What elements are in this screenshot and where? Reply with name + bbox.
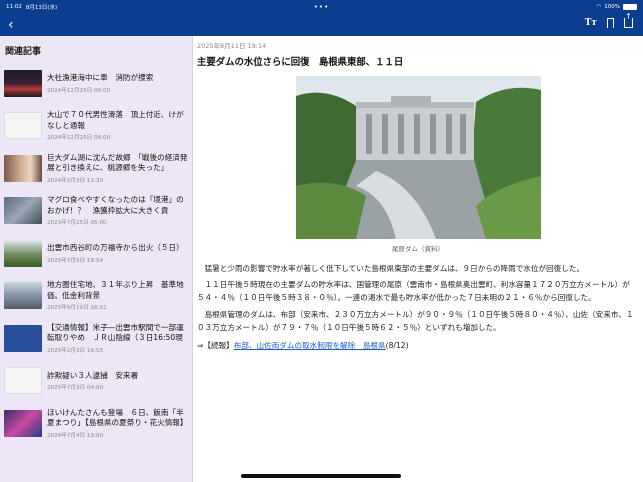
related-item-date: 2024年12月25日 06:00 — [47, 87, 111, 94]
thumbnail-image — [4, 112, 42, 140]
related-item[interactable]: 大社漁港海中に車 消防が捜索 2024年12月25日 06:00 — [0, 62, 192, 105]
related-item-date: 2023年7月25日 05:00 — [47, 220, 107, 227]
related-item-title: 大山で７０代男性滑落 頂上付近、けがなしと通報 — [47, 110, 184, 130]
back-chevron-icon[interactable]: ‹ — [8, 17, 14, 33]
sidebar-title: 関連記事 — [5, 47, 42, 57]
article-paragraph: 猛暑と少雨の影響で貯水率が著しく低下していた島根県東部の主要ダムは、９日からの降… — [204, 264, 585, 273]
wifi-icon: ◠ — [596, 4, 602, 10]
related-item[interactable]: 大山で７０代男性滑落 頂上付近、けがなしと通報 2024年12月25日 06:00 — [0, 105, 192, 148]
related-item-title: 出雲市西谷町の万福寺から出火（５日） — [47, 243, 184, 252]
follow-up-link[interactable]: 布部、山佐両ダムの取水制限を解除 島根県 — [234, 341, 386, 350]
status-time: 11:02 — [6, 4, 22, 10]
article-paragraph: 島根県管理のダムは、布部（安来市、２３０万立方メートル）が９０・９％（１０日午後… — [197, 309, 634, 332]
related-item[interactable]: 詐欺疑い３人逮捕 安来署 2025年7月3日 04:00 — [0, 360, 192, 403]
nav-bar: ‹ Tт — [0, 12, 643, 36]
thumbnail-image — [4, 282, 42, 310]
article-title: 主要ダムの水位さらに回復 島根県東部、１１日 — [197, 57, 404, 68]
article-photo — [295, 76, 541, 239]
article-pane: 2025年8月11日 19:14 主要ダムの水位さらに回復 島根県東部、１１日 … — [194, 36, 643, 482]
follow-up-link-line: ⇒【続報】布部、山佐両ダムの取水制限を解除 島根県(8/12) — [197, 340, 639, 351]
thumbnail-image — [4, 367, 42, 395]
battery-percent: 100% — [604, 4, 620, 10]
bookmark-icon[interactable] — [607, 18, 614, 28]
related-item[interactable]: マグロ食べやすくなったのは「境港」のおかげ！？ 漁獲枠拡大に大きく貢献、… 202… — [0, 190, 192, 233]
thumbnail-image — [4, 324, 42, 352]
related-item[interactable]: 【交通情報】米子―出雲市駅間で一部運転取りやめ ＪＲ山陰線（３日16:50現在）… — [0, 317, 192, 360]
related-item-date: 2024年2月3日 11:30 — [47, 177, 104, 184]
share-icon[interactable] — [624, 12, 633, 28]
font-size-icon[interactable]: Tт — [585, 18, 597, 28]
thumbnail-image — [4, 239, 42, 267]
nav-actions: Tт — [585, 12, 633, 28]
related-item-title: ほいけんたさんも登場 ６日、飯南「半夏まつり」【島根県の夏祭り・花火情報】 — [47, 407, 188, 428]
related-item-date: 2025年7月3日 04:00 — [47, 385, 104, 391]
thumbnail-image — [4, 197, 42, 225]
related-item[interactable]: ほいけんたさんも登場 ６日、飯南「半夏まつり」【島根県の夏祭り・花火情報】 202… — [0, 402, 192, 445]
related-articles-sidebar: 関連記事 大社漁港海中に車 消防が捜索 2024年12月25日 06:00 大山で… — [0, 36, 193, 482]
related-item-date: 2024年12月25日 06:00 — [47, 135, 111, 142]
multitask-dots-icon[interactable]: ••• — [314, 3, 329, 11]
related-item-title: 詐欺疑い３人逮捕 安来署 — [47, 370, 139, 380]
thumbnail-image — [4, 154, 42, 182]
article-date: 2025年8月11日 19:14 — [197, 42, 267, 50]
battery-icon — [623, 4, 637, 10]
related-item-title: 巨大ダム湖に沈んだ故郷 「戦後の経済発展と引き換えに、桃源郷を失った」 — [47, 152, 188, 173]
article-paragraph: １１日午後５時現在の主要ダムの貯水率は、国管理の尾原（雲南市・島根県奥出雲町、利… — [197, 280, 630, 303]
related-item[interactable]: 出雲市西谷町の万福寺から出火（５日） 2025年7月5日 18:54 — [0, 232, 192, 275]
related-item[interactable]: 地方圏住宅地、３１年ぶり上昇 基準地価、低金利背景 2023年9月19日 16:5… — [0, 275, 192, 318]
status-date: 8月13日(水) — [25, 5, 58, 11]
related-item-date: 2025年2月3日 16:55 — [47, 347, 104, 354]
home-indicator[interactable] — [241, 474, 401, 478]
status-right: ◠ 100% — [596, 4, 637, 10]
follow-up-prefix: ⇒【続報】 — [197, 341, 234, 351]
related-item-date: 2025年7月5日 18:54 — [47, 257, 104, 264]
related-item[interactable]: 巨大ダム湖に沈んだ故郷 「戦後の経済発展と引き換えに、桃源郷を失った」 2024年… — [0, 147, 192, 190]
related-item-title: 地方圏住宅地、３１年ぶり上昇 基準地価、低金利背景 — [47, 280, 184, 300]
related-item-title: 大社漁港海中に車 消防が捜索 — [47, 73, 154, 82]
thumbnail-image — [4, 409, 42, 437]
status-bar: 11:02 8月13日(水) ••• ◠ 100% — [0, 0, 643, 14]
related-item-title: マグロ食べやすくなったのは「境港」のおかげ！？ 漁獲枠拡大に大きく貢献、… — [47, 195, 184, 215]
related-item-date: 2023年9月19日 16:52 — [47, 305, 107, 312]
photo-caption: 尾原ダム（資料） — [392, 245, 444, 253]
related-item-date: 2024年7月4日 19:00 — [47, 432, 104, 439]
thumbnail-image — [4, 69, 42, 97]
follow-up-date: (8/12) — [385, 341, 409, 351]
related-item-title: 【交通情報】米子―出雲市駅間で一部運転取りやめ ＪＲ山陰線（３日16:50現在） — [47, 322, 184, 343]
